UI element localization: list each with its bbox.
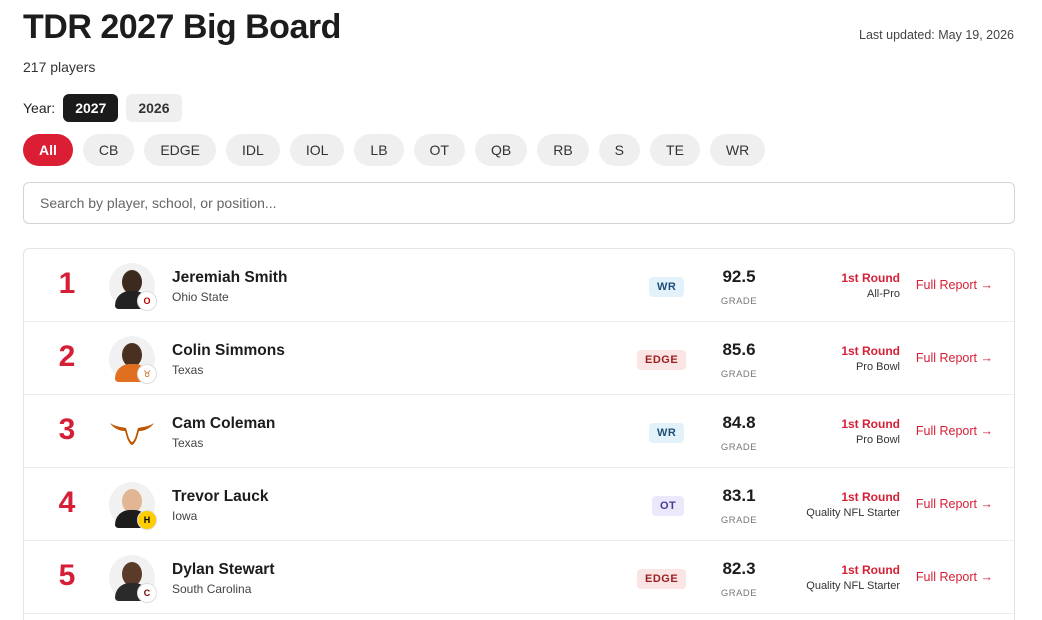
big-board-list: 1 O Jeremiah Smith Ohio State WR 92.5 GR… (23, 248, 1015, 620)
player-avatar: H (109, 482, 157, 530)
player-rank: 4 (58, 486, 76, 519)
full-report-link[interactable]: Full Report → (916, 570, 993, 584)
position-all-button[interactable]: All (23, 134, 73, 166)
full-report-link[interactable]: Full Report → (916, 278, 993, 292)
position-ot-button[interactable]: OT (413, 134, 465, 166)
player-tier: All-Pro (866, 288, 900, 300)
position-te-button[interactable]: TE (650, 134, 700, 166)
projected-round: 1st Round (841, 417, 900, 431)
player-count: 217 players (23, 59, 96, 75)
projected-round: 1st Round (841, 344, 900, 358)
player-grade: 85.6 (722, 340, 756, 359)
player-tier: Pro Bowl (855, 434, 900, 446)
projected-round: 1st Round (841, 490, 900, 504)
search-input[interactable] (23, 182, 1015, 224)
year-2027-button[interactable]: 2027 (63, 94, 119, 122)
position-filter: All CB EDGE IDL IOL LB OT QB RB S TE WR (23, 134, 766, 166)
player-grade: 83.1 (722, 486, 756, 505)
player-row[interactable]: 1 O Jeremiah Smith Ohio State WR 92.5 GR… (24, 249, 1014, 322)
grade-label: GRADE (720, 296, 758, 307)
position-idl-button[interactable]: IDL (226, 134, 280, 166)
grade-label: GRADE (720, 515, 758, 526)
position-edge-button[interactable]: EDGE (144, 134, 217, 166)
player-name: Colin Simmons (172, 342, 285, 359)
page-header: TDR 2027 Big Board 217 players Last upda… (23, 8, 1014, 75)
player-name: Dylan Stewart (172, 561, 275, 578)
position-badge: OT (652, 496, 685, 516)
player-rank: 2 (58, 340, 76, 373)
player-school: Texas (172, 436, 204, 450)
position-badge: WR (649, 277, 685, 297)
player-grade: 92.5 (722, 267, 756, 286)
grade-label: GRADE (720, 442, 758, 453)
player-row[interactable]: 2 ♉ Colin Simmons Texas EDGE 85.6 GRADE … (24, 322, 1014, 395)
player-row[interactable]: 4 H Trevor Lauck Iowa OT 83.1 GRADE 1st … (24, 468, 1014, 541)
position-iol-button[interactable]: IOL (289, 134, 345, 166)
player-rank: 5 (58, 559, 76, 592)
projected-round: 1st Round (841, 271, 900, 285)
player-avatar: O (109, 263, 157, 311)
position-rb-button[interactable]: RB (537, 134, 589, 166)
longhorn-logo-icon (109, 409, 155, 455)
player-row[interactable]: 5 C Dylan Stewart South Carolina EDGE 82… (24, 541, 1014, 614)
player-grade: 82.3 (722, 559, 756, 578)
full-report-link[interactable]: Full Report → (916, 497, 993, 511)
projected-round: 1st Round (841, 563, 900, 577)
year-label: Year: (23, 100, 56, 116)
grade-label: GRADE (720, 369, 758, 380)
player-avatar: C (109, 555, 157, 603)
player-name: Cam Coleman (172, 415, 276, 432)
player-name: Jeremiah Smith (172, 269, 288, 286)
last-updated: Last updated: May 19, 2026 (859, 28, 1014, 42)
year-filter: Year: 2027 2026 (23, 94, 182, 122)
south-carolina-logo-icon: C (137, 583, 157, 603)
grade-label: GRADE (720, 588, 758, 599)
player-rank: 1 (58, 267, 76, 300)
player-school: Iowa (172, 509, 198, 523)
player-row[interactable]: 3 Cam Coleman Texas WR 84.8 GRADE 1st Ro… (24, 395, 1014, 468)
full-report-link[interactable]: Full Report → (916, 351, 993, 365)
player-school: Texas (172, 363, 204, 377)
position-qb-button[interactable]: QB (474, 134, 528, 166)
player-tier: Quality NFL Starter (806, 507, 900, 519)
position-cb-button[interactable]: CB (82, 134, 135, 166)
longhorn-logo-icon: ♉ (137, 364, 157, 384)
full-report-link[interactable]: Full Report → (916, 424, 993, 438)
position-badge: EDGE (637, 350, 687, 370)
iowa-logo-icon: H (137, 510, 157, 530)
player-avatar: ♉ (109, 336, 157, 384)
ohio-state-logo-icon: O (137, 291, 157, 311)
position-wr-button[interactable]: WR (709, 134, 766, 166)
player-tier: Pro Bowl (855, 361, 900, 373)
position-s-button[interactable]: S (598, 134, 641, 166)
player-name: Trevor Lauck (172, 488, 269, 505)
year-2026-button[interactable]: 2026 (126, 94, 182, 122)
position-lb-button[interactable]: LB (354, 134, 404, 166)
position-badge: EDGE (637, 569, 687, 589)
player-rank: 3 (58, 413, 76, 446)
player-tier: Quality NFL Starter (806, 580, 900, 592)
position-badge: WR (649, 423, 685, 443)
player-grade: 84.8 (722, 413, 756, 432)
player-school: South Carolina (172, 582, 252, 596)
player-school: Ohio State (172, 290, 229, 304)
